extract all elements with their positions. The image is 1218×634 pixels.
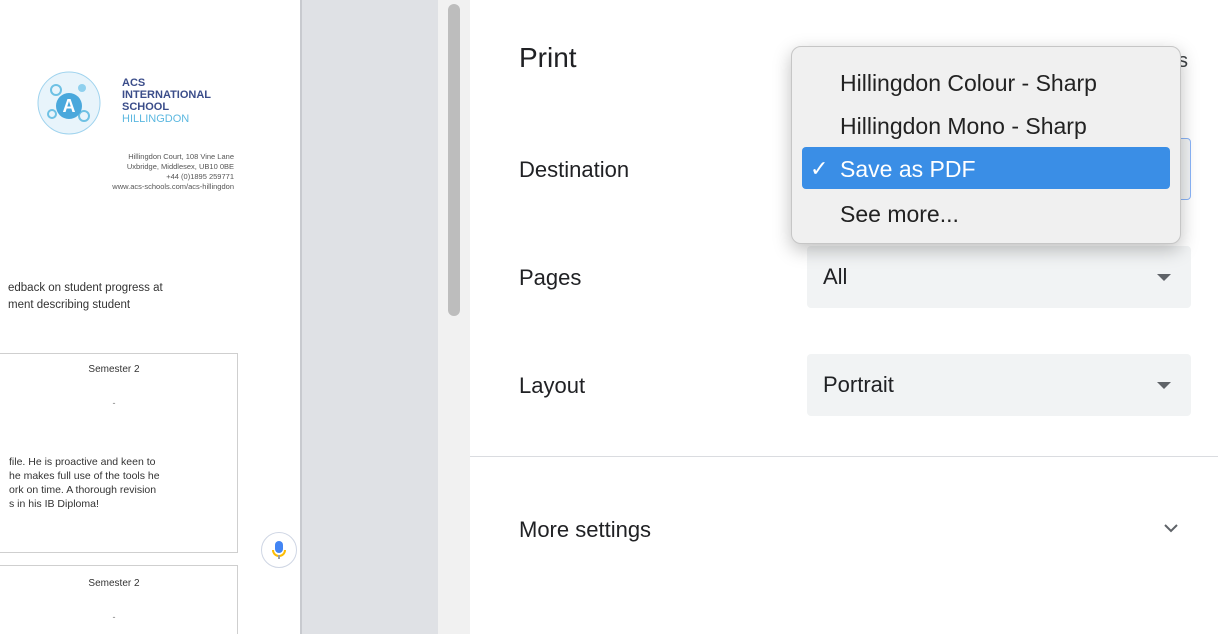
page-title: Print [519,42,577,73]
layout-value: Portrait [823,372,894,397]
school-logo: A [37,71,101,135]
print-preview: A ACS INTERNATIONAL SCHOOL HILLINGDON Hi… [0,0,300,634]
school-address: Hillingdon Court, 108 Vine Lane Uxbridge… [112,152,234,191]
voice-input-button[interactable] [261,532,297,568]
layout-select[interactable]: Portrait [807,354,1191,416]
chevron-down-icon[interactable] [1162,522,1180,534]
chevron-down-icon [1157,274,1171,281]
microphone-icon [272,541,286,559]
more-settings-toggle[interactable]: More settings [519,517,651,543]
pages-label: Pages [519,265,582,290]
destination-label: Destination [519,157,630,182]
divider [470,456,1218,457]
semester-box: Semester 2 - file. He is proactive and k… [0,353,238,553]
pages-select[interactable]: All [807,246,1191,308]
school-name: ACS INTERNATIONAL SCHOOL HILLINGDON [122,77,212,125]
menu-item-hillingdon-colour[interactable]: Hillingdon Colour - Sharp [802,61,1170,103]
layout-label: Layout [519,373,586,398]
semester-grade: - [112,398,116,408]
semester-comment: file. He is proactive and keen to he mak… [9,456,160,510]
scrollbar-thumb[interactable] [448,4,460,316]
preview-gutter [300,0,470,634]
semester-title: Semester 2 [88,364,140,375]
report-intro-text: edback on student progress at ment descr… [8,282,163,311]
destination-menu: Hillingdon Colour - Sharp Hillingdon Mon… [791,46,1181,244]
chevron-down-icon [1157,382,1171,389]
svg-text:A: A [63,96,76,116]
pages-value: All [823,264,848,289]
semester-title: Semester 2 [88,578,140,589]
menu-item-hillingdon-mono[interactable]: Hillingdon Mono - Sharp [802,104,1170,146]
checkmark-icon: ✓ [810,156,829,181]
menu-item-save-as-pdf[interactable]: ✓ Save as PDF [802,147,1170,189]
scrollbar[interactable] [438,0,470,634]
semester-grade: - [112,612,116,622]
semester-box: Semester 2 - [0,565,238,634]
menu-item-see-more[interactable]: See more... [802,192,1170,234]
